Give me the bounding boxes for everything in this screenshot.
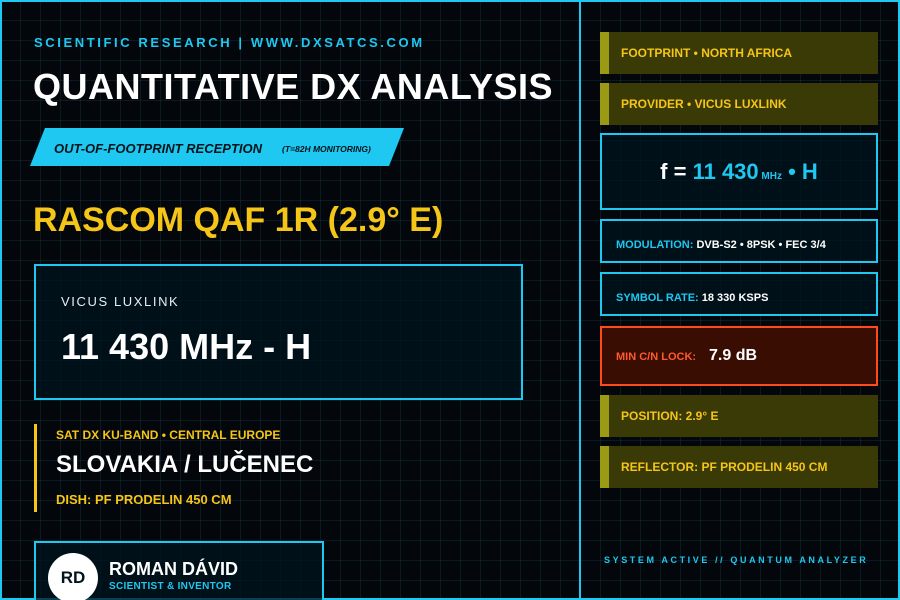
author-role: SCIENTIST & INVENTOR — [109, 581, 232, 592]
frequency-number: 11 430 — [692, 159, 759, 184]
symbol-rate-label: SYMBOL RATE: — [616, 292, 702, 304]
provider-text: PROVIDER • VICUS LUXLINK — [621, 97, 787, 111]
panel-divider — [579, 0, 581, 600]
reflector-tag: REFLECTOR: PF PRODELIN 450 CM — [600, 446, 878, 488]
header-kicker: SCIENTIFIC RESEARCH | WWW.DXSATCS.COM — [34, 35, 425, 50]
banner-sub-text: (T=82H MONITORING) — [282, 144, 371, 154]
symbol-rate-value: 18 330 KSPS — [701, 292, 769, 304]
position-tag: POSITION: 2.9° E — [600, 395, 878, 437]
cn-lock-tag: MIN C/N LOCK: 7.9 dB — [600, 326, 878, 386]
cn-lock-value: 7.9 dB — [709, 347, 758, 364]
location-dish: DISH: PF PRODELIN 450 CM — [56, 492, 232, 507]
author-name: ROMAN DÁVID — [109, 559, 238, 579]
frequency-polarization: • H — [782, 159, 818, 184]
modulation-line: MODULATION: DVB-S2 • 8PSK • FEC 3/4 — [616, 235, 826, 253]
footprint-text: FOOTPRINT • NORTH AFRICA — [621, 46, 793, 60]
system-status: SYSTEM ACTIVE // QUANTUM ANALYZER — [604, 555, 869, 565]
modulation-value: DVB-S2 • 8PSK • FEC 3/4 — [696, 239, 826, 251]
frequency-readout: f = 11 430 MHz • H — [602, 159, 876, 185]
reception-banner: OUT-OF-FOOTPRINT RECEPTION (T=82H MONITO… — [30, 128, 404, 166]
symbol-rate-line: SYMBOL RATE: 18 330 KSPS — [616, 288, 768, 306]
banner-main-text: OUT-OF-FOOTPRINT RECEPTION — [54, 141, 262, 156]
position-text: POSITION: 2.9° E — [621, 409, 719, 423]
modulation-tag: MODULATION: DVB-S2 • 8PSK • FEC 3/4 — [600, 219, 878, 263]
footprint-tag: FOOTPRINT • NORTH AFRICA — [600, 32, 878, 74]
location-block: SAT DX KU-BAND • CENTRAL EUROPE SLOVAKIA… — [34, 424, 364, 512]
page-title: QUANTITATIVE DX ANALYSIS — [33, 66, 554, 107]
location-tag: SAT DX KU-BAND • CENTRAL EUROPE — [56, 428, 281, 442]
satellite-name: RASCOM QAF 1R (2.9° E) — [33, 201, 444, 239]
location-city: SLOVAKIA / LUČENEC — [56, 451, 314, 478]
avatar: RD — [48, 553, 98, 600]
author-card: RD ROMAN DÁVID SCIENTIST & INVENTOR — [34, 541, 324, 600]
frequency-card-value: 11 430 MHz - H — [61, 326, 312, 367]
cn-lock-label: MIN C/N LOCK: — [616, 351, 697, 363]
reflector-text: REFLECTOR: PF PRODELIN 450 CM — [621, 460, 828, 474]
symbol-rate-tag: SYMBOL RATE: 18 330 KSPS — [600, 272, 878, 316]
frequency-tag: f = 11 430 MHz • H — [600, 133, 878, 210]
frequency-card-provider: VICUS LUXLINK — [61, 294, 180, 309]
provider-tag: PROVIDER • VICUS LUXLINK — [600, 83, 878, 125]
frequency-eq: f = — [660, 159, 693, 184]
frequency-card: VICUS LUXLINK 11 430 MHz - H — [34, 264, 523, 400]
frequency-unit: MHz — [758, 171, 782, 182]
modulation-label: MODULATION: — [616, 239, 697, 251]
